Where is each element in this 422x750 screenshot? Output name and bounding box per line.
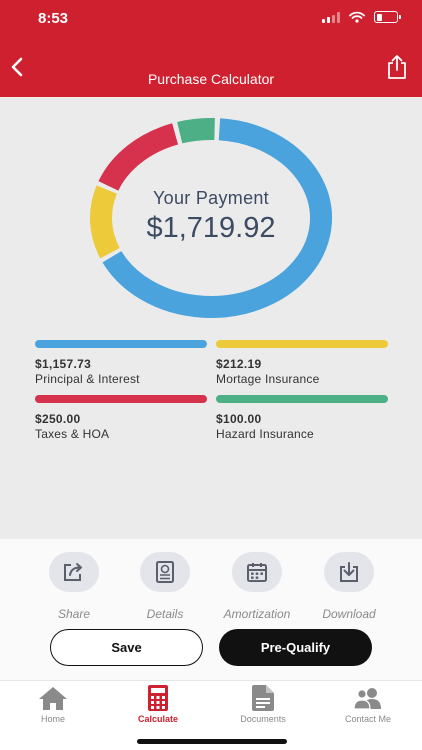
signal-icon bbox=[322, 11, 340, 23]
download-icon bbox=[340, 562, 358, 582]
calendar-icon bbox=[247, 563, 267, 582]
breakdown-bar bbox=[35, 395, 207, 403]
breakdown-principal: $1,157.73 Principal & Interest bbox=[35, 340, 207, 386]
details-action-label: Details bbox=[146, 607, 184, 621]
breakdown-label: Taxes & HOA bbox=[35, 427, 110, 441]
tab-contact-me[interactable]: Contact Me bbox=[323, 684, 413, 724]
breakdown-taxes-hoa: $250.00 Taxes & HOA bbox=[35, 395, 207, 441]
details-action-button[interactable] bbox=[140, 552, 190, 592]
prequalify-button[interactable]: Pre-Qualify bbox=[219, 629, 372, 666]
contacts-icon bbox=[353, 688, 381, 709]
wifi-icon bbox=[349, 11, 365, 23]
payment-summary: Your Payment $1,719.92 bbox=[100, 188, 322, 245]
home-icon bbox=[39, 687, 67, 710]
payment-caption: Your Payment bbox=[152, 188, 269, 208]
breakdown-bar bbox=[35, 340, 207, 348]
download-action-label: Download bbox=[322, 607, 376, 621]
slice-taxes-hoa bbox=[98, 123, 179, 192]
details-icon bbox=[156, 561, 174, 583]
breakdown-bar bbox=[216, 395, 388, 403]
details-action[interactable]: Details bbox=[125, 552, 205, 621]
breakdown-value: $212.19 bbox=[216, 357, 262, 371]
download-action[interactable]: Download bbox=[309, 552, 389, 621]
amortization-action[interactable]: Amortization bbox=[217, 552, 297, 621]
breakdown-label: Principal & Interest bbox=[35, 372, 140, 386]
breakdown-label: Mortage Insurance bbox=[216, 372, 320, 386]
breakdown-bar bbox=[216, 340, 388, 348]
status-time: 8:53 bbox=[38, 10, 69, 27]
tab-contact-me-label: Contact Me bbox=[344, 714, 392, 724]
breakdown-mortgage-insurance: $212.19 Mortage Insurance bbox=[216, 340, 388, 386]
share-icon[interactable] bbox=[386, 54, 408, 80]
tab-home-label: Home bbox=[40, 714, 65, 724]
slice-hazard-insurance bbox=[177, 118, 215, 144]
save-button[interactable]: Save bbox=[50, 629, 203, 666]
breakdown-value: $1,157.73 bbox=[35, 357, 92, 371]
tab-calculate-label: Calculate bbox=[137, 714, 179, 724]
share-action-button[interactable] bbox=[49, 552, 99, 592]
breakdown-label: Hazard Insurance bbox=[216, 427, 314, 441]
calculator-icon bbox=[148, 685, 168, 711]
tab-documents-label: Documents bbox=[240, 714, 286, 724]
tab-calculate[interactable]: Calculate bbox=[113, 684, 203, 724]
page-title: Purchase Calculator bbox=[147, 71, 275, 87]
home-indicator bbox=[137, 739, 287, 744]
app-header: 8:53 Purchase Calculator bbox=[0, 0, 422, 97]
amortization-action-button[interactable] bbox=[232, 552, 282, 592]
share-action[interactable]: Share bbox=[34, 552, 114, 621]
download-action-button[interactable] bbox=[324, 552, 374, 592]
document-icon bbox=[252, 685, 274, 711]
battery-icon bbox=[374, 11, 401, 23]
payment-amount: $1,719.92 bbox=[146, 212, 276, 244]
share-action-label: Share bbox=[57, 607, 91, 621]
breakdown-hazard-insurance: $100.00 Hazard Insurance bbox=[216, 395, 388, 441]
tab-documents[interactable]: Documents bbox=[218, 684, 308, 724]
amortization-action-label: Amortization bbox=[223, 607, 291, 621]
breakdown-value: $100.00 bbox=[216, 412, 262, 426]
share-icon bbox=[64, 563, 82, 581]
tab-home[interactable]: Home bbox=[8, 684, 98, 724]
status-icons bbox=[322, 11, 401, 23]
breakdown-value: $250.00 bbox=[35, 412, 81, 426]
